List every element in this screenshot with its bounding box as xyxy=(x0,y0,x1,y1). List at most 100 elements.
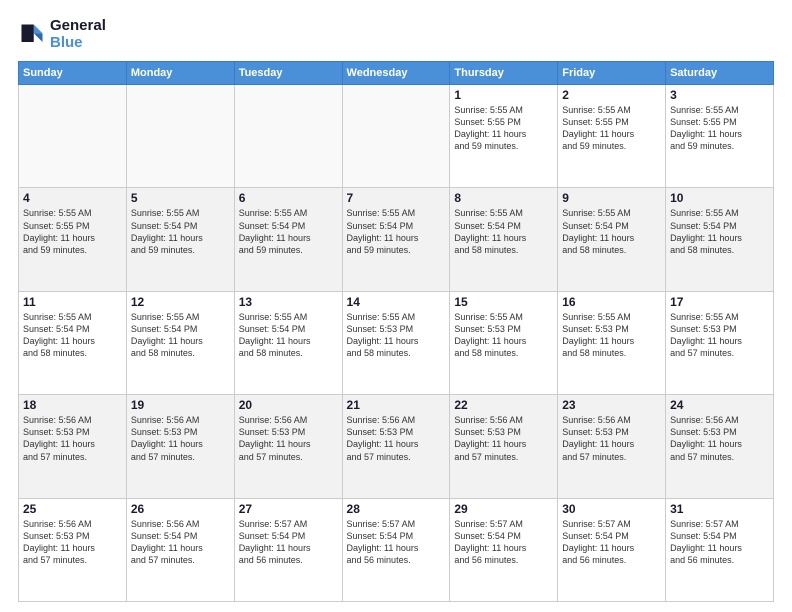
day-number: 23 xyxy=(562,398,661,412)
calendar-header-monday: Monday xyxy=(126,62,234,85)
day-info: Sunrise: 5:55 AM Sunset: 5:54 PM Dayligh… xyxy=(454,207,553,256)
day-info: Sunrise: 5:56 AM Sunset: 5:53 PM Dayligh… xyxy=(239,414,338,463)
day-number: 9 xyxy=(562,191,661,205)
day-info: Sunrise: 5:55 AM Sunset: 5:53 PM Dayligh… xyxy=(347,311,446,360)
calendar-cell: 7 Sunrise: 5:55 AM Sunset: 5:54 PM Daylig… xyxy=(342,188,450,291)
calendar-cell xyxy=(234,85,342,188)
day-info: Sunrise: 5:56 AM Sunset: 5:54 PM Dayligh… xyxy=(131,518,230,567)
day-number: 26 xyxy=(131,502,230,516)
logo-line1: General xyxy=(50,18,106,35)
calendar-header-thursday: Thursday xyxy=(450,62,558,85)
calendar-cell: 26 Sunrise: 5:56 AM Sunset: 5:54 PM Dayli… xyxy=(126,498,234,601)
calendar-header-saturday: Saturday xyxy=(666,62,774,85)
logo-icon xyxy=(18,21,46,49)
calendar-cell: 16 Sunrise: 5:55 AM Sunset: 5:53 PM Dayli… xyxy=(558,291,666,394)
day-info: Sunrise: 5:55 AM Sunset: 5:54 PM Dayligh… xyxy=(347,207,446,256)
day-info: Sunrise: 5:55 AM Sunset: 5:54 PM Dayligh… xyxy=(670,207,769,256)
day-number: 7 xyxy=(347,191,446,205)
day-info: Sunrise: 5:55 AM Sunset: 5:55 PM Dayligh… xyxy=(23,207,122,256)
day-number: 4 xyxy=(23,191,122,205)
day-info: Sunrise: 5:55 AM Sunset: 5:54 PM Dayligh… xyxy=(562,207,661,256)
calendar-cell: 19 Sunrise: 5:56 AM Sunset: 5:53 PM Dayli… xyxy=(126,395,234,498)
page: General Blue SundayMondayTuesdayWednesda… xyxy=(0,0,792,612)
logo-text: General Blue xyxy=(50,18,106,51)
day-number: 29 xyxy=(454,502,553,516)
day-number: 10 xyxy=(670,191,769,205)
calendar-header-friday: Friday xyxy=(558,62,666,85)
day-number: 12 xyxy=(131,295,230,309)
day-number: 20 xyxy=(239,398,338,412)
day-info: Sunrise: 5:57 AM Sunset: 5:54 PM Dayligh… xyxy=(454,518,553,567)
calendar-cell: 20 Sunrise: 5:56 AM Sunset: 5:53 PM Dayli… xyxy=(234,395,342,498)
calendar-cell: 23Sunrise: 5:56 AM Sunset: 5:53 PM Dayli… xyxy=(558,395,666,498)
day-info: Sunrise: 5:56 AM Sunset: 5:53 PM Dayligh… xyxy=(131,414,230,463)
day-number: 31 xyxy=(670,502,769,516)
calendar-cell: 27 Sunrise: 5:57 AM Sunset: 5:54 PM Dayli… xyxy=(234,498,342,601)
calendar-cell: 21Sunrise: 5:56 AM Sunset: 5:53 PM Dayli… xyxy=(342,395,450,498)
day-number: 25 xyxy=(23,502,122,516)
calendar-cell: 15 Sunrise: 5:55 AM Sunset: 5:53 PM Dayli… xyxy=(450,291,558,394)
calendar-cell: 17 Sunrise: 5:55 AM Sunset: 5:53 PM Dayli… xyxy=(666,291,774,394)
calendar-header-wednesday: Wednesday xyxy=(342,62,450,85)
day-info: Sunrise: 5:55 AM Sunset: 5:53 PM Dayligh… xyxy=(562,311,661,360)
day-number: 18 xyxy=(23,398,122,412)
day-info: Sunrise: 5:55 AM Sunset: 5:53 PM Dayligh… xyxy=(670,311,769,360)
calendar-cell: 1 Sunrise: 5:55 AM Sunset: 5:55 PM Daylig… xyxy=(450,85,558,188)
day-info: Sunrise: 5:55 AM Sunset: 5:54 PM Dayligh… xyxy=(239,311,338,360)
calendar-cell: 30Sunrise: 5:57 AM Sunset: 5:54 PM Dayli… xyxy=(558,498,666,601)
day-info: Sunrise: 5:57 AM Sunset: 5:54 PM Dayligh… xyxy=(670,518,769,567)
day-info: Sunrise: 5:56 AM Sunset: 5:53 PM Dayligh… xyxy=(454,414,553,463)
calendar-cell: 10 Sunrise: 5:55 AM Sunset: 5:54 PM Dayli… xyxy=(666,188,774,291)
header: General Blue xyxy=(18,18,774,51)
day-number: 17 xyxy=(670,295,769,309)
day-info: Sunrise: 5:55 AM Sunset: 5:54 PM Dayligh… xyxy=(131,311,230,360)
calendar-week-row: 4 Sunrise: 5:55 AM Sunset: 5:55 PM Daylig… xyxy=(19,188,774,291)
calendar-cell: 9 Sunrise: 5:55 AM Sunset: 5:54 PM Daylig… xyxy=(558,188,666,291)
day-number: 21 xyxy=(347,398,446,412)
day-number: 24 xyxy=(670,398,769,412)
calendar-cell: 25 Sunrise: 5:56 AM Sunset: 5:53 PM Dayli… xyxy=(19,498,127,601)
day-number: 27 xyxy=(239,502,338,516)
day-number: 6 xyxy=(239,191,338,205)
day-number: 3 xyxy=(670,88,769,102)
calendar-cell: 29 Sunrise: 5:57 AM Sunset: 5:54 PM Dayli… xyxy=(450,498,558,601)
day-number: 11 xyxy=(23,295,122,309)
calendar-cell: 28Sunrise: 5:57 AM Sunset: 5:54 PM Dayli… xyxy=(342,498,450,601)
calendar-cell: 18 Sunrise: 5:56 AM Sunset: 5:53 PM Dayli… xyxy=(19,395,127,498)
calendar-cell: 8 Sunrise: 5:55 AM Sunset: 5:54 PM Daylig… xyxy=(450,188,558,291)
day-number: 28 xyxy=(347,502,446,516)
calendar-header-tuesday: Tuesday xyxy=(234,62,342,85)
calendar-cell: 6Sunrise: 5:55 AM Sunset: 5:54 PM Daylig… xyxy=(234,188,342,291)
calendar-cell: 5Sunrise: 5:55 AM Sunset: 5:54 PM Daylig… xyxy=(126,188,234,291)
day-info: Sunrise: 5:55 AM Sunset: 5:55 PM Dayligh… xyxy=(454,104,553,153)
day-info: Sunrise: 5:56 AM Sunset: 5:53 PM Dayligh… xyxy=(23,414,122,463)
day-number: 30 xyxy=(562,502,661,516)
day-number: 16 xyxy=(562,295,661,309)
day-number: 1 xyxy=(454,88,553,102)
day-number: 19 xyxy=(131,398,230,412)
calendar-week-row: 25 Sunrise: 5:56 AM Sunset: 5:53 PM Dayli… xyxy=(19,498,774,601)
calendar-week-row: 11 Sunrise: 5:55 AM Sunset: 5:54 PM Dayli… xyxy=(19,291,774,394)
day-info: Sunrise: 5:56 AM Sunset: 5:53 PM Dayligh… xyxy=(670,414,769,463)
day-info: Sunrise: 5:55 AM Sunset: 5:55 PM Dayligh… xyxy=(562,104,661,153)
logo-line2: Blue xyxy=(50,35,106,52)
calendar-cell: 31 Sunrise: 5:57 AM Sunset: 5:54 PM Dayli… xyxy=(666,498,774,601)
calendar-cell xyxy=(126,85,234,188)
calendar-week-row: 1 Sunrise: 5:55 AM Sunset: 5:55 PM Daylig… xyxy=(19,85,774,188)
logo: General Blue xyxy=(18,18,106,51)
day-number: 8 xyxy=(454,191,553,205)
day-info: Sunrise: 5:56 AM Sunset: 5:53 PM Dayligh… xyxy=(23,518,122,567)
calendar-header-row: SundayMondayTuesdayWednesdayThursdayFrid… xyxy=(19,62,774,85)
calendar-cell: 11 Sunrise: 5:55 AM Sunset: 5:54 PM Dayli… xyxy=(19,291,127,394)
calendar-week-row: 18 Sunrise: 5:56 AM Sunset: 5:53 PM Dayli… xyxy=(19,395,774,498)
day-info: Sunrise: 5:57 AM Sunset: 5:54 PM Dayligh… xyxy=(239,518,338,567)
day-number: 2 xyxy=(562,88,661,102)
day-info: Sunrise: 5:55 AM Sunset: 5:53 PM Dayligh… xyxy=(454,311,553,360)
day-number: 15 xyxy=(454,295,553,309)
calendar-header-sunday: Sunday xyxy=(19,62,127,85)
calendar-cell: 22Sunrise: 5:56 AM Sunset: 5:53 PM Dayli… xyxy=(450,395,558,498)
day-info: Sunrise: 5:55 AM Sunset: 5:54 PM Dayligh… xyxy=(23,311,122,360)
day-number: 5 xyxy=(131,191,230,205)
calendar-table: SundayMondayTuesdayWednesdayThursdayFrid… xyxy=(18,61,774,602)
calendar-cell: 2 Sunrise: 5:55 AM Sunset: 5:55 PM Daylig… xyxy=(558,85,666,188)
